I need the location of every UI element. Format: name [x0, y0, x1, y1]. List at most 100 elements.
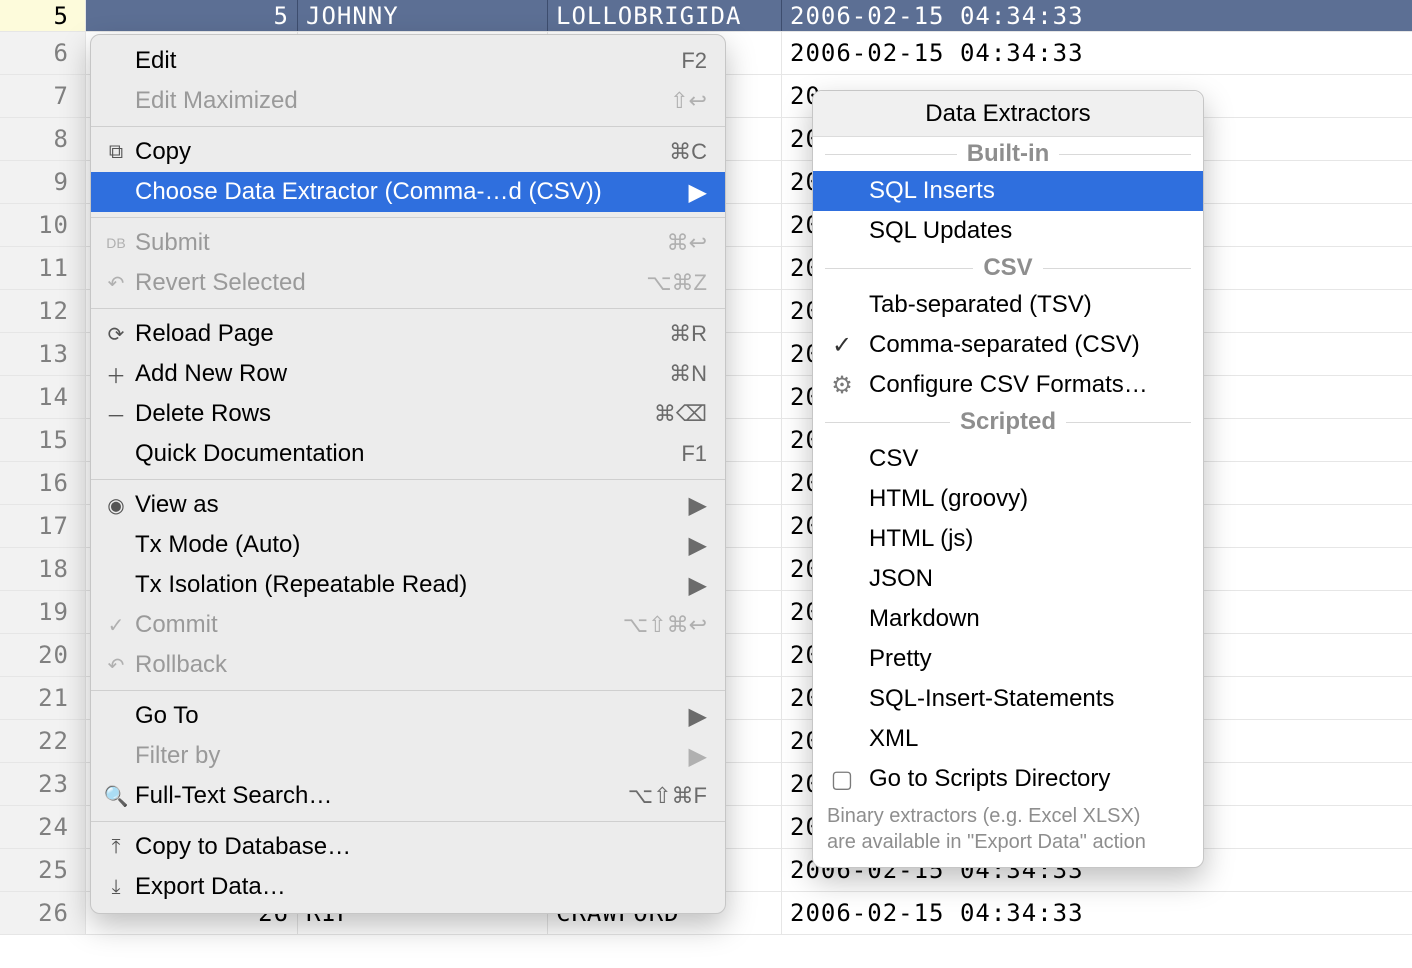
menu-quick-doc[interactable]: Quick Documentation F1 — [91, 434, 725, 474]
folder-icon: ▢ — [829, 765, 855, 794]
extractor-sql-updates[interactable]: SQL Updates — [813, 211, 1203, 251]
row-number: 7 — [0, 75, 86, 117]
chevron-right-icon: ▶ — [665, 491, 707, 520]
row-number: 24 — [0, 806, 86, 848]
context-menu: Edit F2 Edit Maximized ⇧↩ ⧉ Copy ⌘C Choo… — [90, 34, 726, 914]
menu-choose-extractor[interactable]: Choose Data Extractor (Comma-…d (CSV)) ▶ — [91, 172, 725, 212]
menu-go-to[interactable]: Go To ▶ — [91, 696, 725, 736]
menu-edit[interactable]: Edit F2 — [91, 41, 725, 81]
search-icon: 🔍 — [101, 784, 131, 809]
shortcut: ⌘N — [645, 361, 707, 387]
undo-icon: ↶ — [101, 653, 131, 678]
group-built-in: Built-in — [813, 137, 1203, 171]
chevron-right-icon: ▶ — [665, 178, 707, 207]
cell-timestamp[interactable]: 2006-02-15 04:34:33 — [782, 892, 1412, 934]
row-number: 5 — [0, 0, 86, 31]
group-scripted: Scripted — [813, 405, 1203, 439]
db-icon: DB — [101, 235, 131, 251]
minus-icon: － — [101, 400, 131, 429]
cell-id[interactable]: 5 — [86, 0, 298, 31]
menu-export-data[interactable]: ⤓ Export Data… — [91, 867, 725, 907]
menu-delete-rows[interactable]: － Delete Rows ⌘⌫ — [91, 394, 725, 434]
extractor-tsv[interactable]: Tab-separated (TSV) — [813, 285, 1203, 325]
copy-icon: ⧉ — [101, 141, 131, 164]
menu-separator — [91, 308, 725, 309]
shortcut: ⌘C — [645, 139, 707, 165]
extractor-csv[interactable]: ✓ Comma-separated (CSV) — [813, 325, 1203, 365]
submenu-footer: Binary extractors (e.g. Excel XLSX) are … — [813, 799, 1203, 865]
shortcut: F2 — [657, 48, 707, 74]
shortcut: ⌘↩ — [643, 230, 707, 256]
cell-first-name[interactable]: JOHNNY — [298, 0, 548, 31]
extractor-sql-inserts[interactable]: SQL Inserts — [813, 171, 1203, 211]
extractor-xml[interactable]: XML — [813, 719, 1203, 759]
shortcut: ⌘R — [645, 321, 707, 347]
data-extractors-submenu: Data Extractors Built-in SQL Inserts SQL… — [812, 90, 1204, 868]
row-number: 9 — [0, 161, 86, 203]
menu-full-text-search[interactable]: 🔍 Full-Text Search… ⌥⇧⌘F — [91, 776, 725, 816]
extractor-pretty[interactable]: Pretty — [813, 639, 1203, 679]
shortcut: ⌥⌘Z — [622, 270, 707, 296]
row-number: 25 — [0, 849, 86, 891]
row-number: 12 — [0, 290, 86, 332]
undo-icon: ↶ — [101, 271, 131, 296]
row-number: 22 — [0, 720, 86, 762]
chevron-right-icon: ▶ — [665, 742, 707, 771]
menu-view-as[interactable]: ◉ View as ▶ — [91, 485, 725, 525]
row-number: 17 — [0, 505, 86, 547]
menu-commit: ✓ Commit ⌥⇧⌘↩ — [91, 605, 725, 645]
chevron-right-icon: ▶ — [665, 531, 707, 560]
upload-icon: ⤒ — [101, 836, 131, 859]
table-header-row[interactable]: 5 5 JOHNNY LOLLOBRIGIDA 2006-02-15 04:34… — [0, 0, 1412, 32]
extractor-json[interactable]: JSON — [813, 559, 1203, 599]
extractor-markdown[interactable]: Markdown — [813, 599, 1203, 639]
menu-tx-isolation[interactable]: Tx Isolation (Repeatable Read) ▶ — [91, 565, 725, 605]
download-icon: ⤓ — [101, 876, 131, 899]
check-icon: ✓ — [829, 331, 855, 360]
submenu-title: Data Extractors — [813, 91, 1203, 137]
row-number: 16 — [0, 462, 86, 504]
row-number: 20 — [0, 634, 86, 676]
shortcut: F1 — [657, 441, 707, 467]
shortcut: ⌘⌫ — [630, 401, 707, 427]
sliders-icon: ⚙ — [829, 371, 855, 400]
chevron-right-icon: ▶ — [665, 571, 707, 600]
chevron-right-icon: ▶ — [665, 702, 707, 731]
row-number: 10 — [0, 204, 86, 246]
refresh-icon: ⟳ — [101, 322, 131, 347]
eye-icon: ◉ — [101, 493, 131, 518]
row-number: 13 — [0, 333, 86, 375]
cell-timestamp[interactable]: 2006-02-15 04:34:33 — [782, 32, 1412, 74]
row-number: 18 — [0, 548, 86, 590]
menu-copy[interactable]: ⧉ Copy ⌘C — [91, 132, 725, 172]
menu-rollback: ↶ Rollback — [91, 645, 725, 685]
row-number: 19 — [0, 591, 86, 633]
shortcut: ⌥⇧⌘↩ — [599, 612, 707, 638]
row-number: 6 — [0, 32, 86, 74]
extractor-html-groovy[interactable]: HTML (groovy) — [813, 479, 1203, 519]
menu-filter-by: Filter by ▶ — [91, 736, 725, 776]
menu-copy-to-database[interactable]: ⤒ Copy to Database… — [91, 827, 725, 867]
menu-revert-selected: ↶ Revert Selected ⌥⌘Z — [91, 263, 725, 303]
cell-last-name[interactable]: LOLLOBRIGIDA — [548, 0, 782, 31]
menu-tx-mode[interactable]: Tx Mode (Auto) ▶ — [91, 525, 725, 565]
row-number: 23 — [0, 763, 86, 805]
go-to-scripts-directory[interactable]: ▢ Go to Scripts Directory — [813, 759, 1203, 799]
menu-separator — [91, 126, 725, 127]
menu-add-row[interactable]: ＋ Add New Row ⌘N — [91, 354, 725, 394]
shortcut: ⌥⇧⌘F — [604, 783, 707, 809]
configure-csv-formats[interactable]: ⚙ Configure CSV Formats… — [813, 365, 1203, 405]
menu-edit-maximized: Edit Maximized ⇧↩ — [91, 81, 725, 121]
cell-timestamp[interactable]: 2006-02-15 04:34:33 — [782, 0, 1412, 31]
menu-separator — [91, 217, 725, 218]
menu-reload-page[interactable]: ⟳ Reload Page ⌘R — [91, 314, 725, 354]
row-number: 14 — [0, 376, 86, 418]
plus-icon: ＋ — [101, 360, 131, 389]
extractor-html-js[interactable]: HTML (js) — [813, 519, 1203, 559]
row-number: 15 — [0, 419, 86, 461]
menu-separator — [91, 690, 725, 691]
extractor-sql-insert-statements[interactable]: SQL-Insert-Statements — [813, 679, 1203, 719]
row-number: 11 — [0, 247, 86, 289]
extractor-scripted-csv[interactable]: CSV — [813, 439, 1203, 479]
menu-separator — [91, 821, 725, 822]
